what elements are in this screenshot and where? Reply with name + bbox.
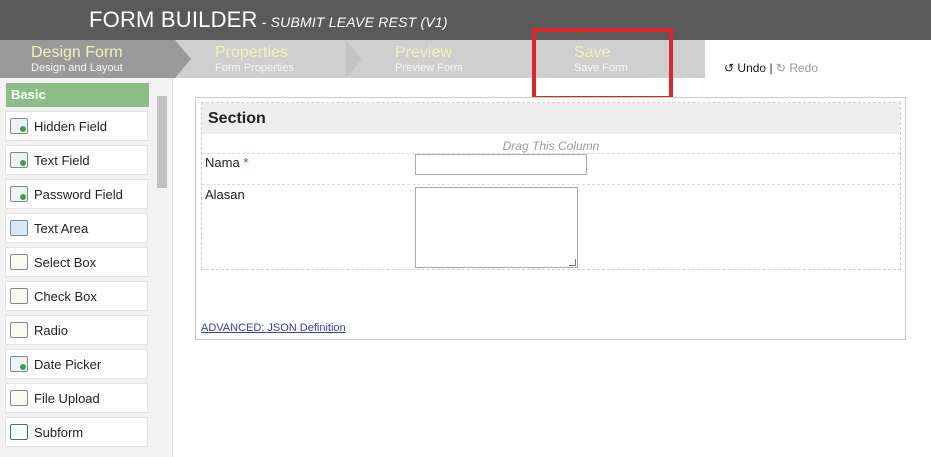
- palette-item-label: Radio: [34, 323, 68, 338]
- step-separator: [346, 40, 362, 78]
- title-bar: FORM BUILDER - SUBMIT LEAVE REST (V1): [0, 0, 931, 40]
- sidebar-scrollbar-thumb[interactable]: [157, 96, 167, 188]
- resize-handle-icon[interactable]: [569, 259, 576, 266]
- palette-item-text-field[interactable]: Text Field: [5, 145, 148, 175]
- step-separator: [175, 40, 191, 78]
- palette-category-basic[interactable]: Basic: [6, 83, 149, 107]
- palette-item-label: Text Field: [34, 153, 90, 168]
- undo-label: Undo: [737, 61, 767, 75]
- radio-icon: [10, 322, 28, 338]
- drag-column-hint[interactable]: Drag This Column: [202, 139, 900, 153]
- palette-item-label: Check Box: [34, 289, 97, 304]
- date-picker-icon: [10, 356, 28, 372]
- password-field-icon: [10, 186, 28, 202]
- file-upload-icon: [10, 390, 28, 406]
- redo-button[interactable]: ↻ Redo: [776, 61, 818, 75]
- undo-button[interactable]: ↺ Undo: [724, 61, 766, 75]
- subform-icon: [10, 424, 28, 440]
- redo-label: Redo: [789, 61, 818, 75]
- palette-item-text-area[interactable]: Text Area: [5, 213, 148, 243]
- step-preview-sub: Preview Form: [395, 62, 463, 74]
- palette-item-file-upload[interactable]: File Upload: [5, 383, 148, 413]
- section-title: Section: [208, 110, 266, 127]
- palette-item-select-box[interactable]: Select Box: [5, 247, 148, 277]
- redo-icon: ↻: [775, 61, 786, 75]
- palette-item-label: Date Picker: [34, 357, 102, 372]
- app-title: FORM BUILDER: [89, 7, 258, 32]
- palette-item-check-box[interactable]: Check Box: [5, 281, 148, 311]
- select-box-icon: [10, 254, 28, 270]
- step-design-form-name: Design Form: [31, 44, 123, 61]
- palette-item-label: Select Box: [34, 255, 97, 270]
- form-section[interactable]: Section Drag This Column Nama * Alasan: [201, 102, 901, 270]
- palette-item-hidden-field[interactable]: Hidden Field: [5, 111, 148, 141]
- palette-item-password-field[interactable]: Password Field: [5, 179, 148, 209]
- nama-text-input[interactable]: [415, 154, 587, 175]
- step-properties-name: Properties: [215, 44, 288, 61]
- history-separator: |: [769, 61, 773, 75]
- palette-item-radio[interactable]: Radio: [5, 315, 148, 345]
- palette-item-label: File Upload: [34, 391, 100, 406]
- text-area-icon: [10, 220, 28, 236]
- form-subtitle: - SUBMIT LEAVE REST (V1): [261, 14, 448, 30]
- hidden-field-icon: [10, 118, 28, 134]
- field-label-alasan: Alasan: [205, 187, 245, 202]
- advanced-json-link[interactable]: ADVANCED: JSON Definition: [201, 322, 346, 334]
- palette-item-date-picker[interactable]: Date Picker: [5, 349, 148, 379]
- palette-sidebar: Basic Hidden Field Text Field Password F…: [0, 78, 173, 457]
- palette-item-label: Subform: [34, 425, 84, 440]
- section-header[interactable]: Section: [202, 103, 900, 134]
- alasan-textarea[interactable]: [415, 187, 578, 268]
- field-label-nama: Nama *: [205, 155, 248, 170]
- step-preview-name: Preview: [395, 44, 452, 61]
- step-design-form-sub: Design and Layout: [31, 62, 123, 74]
- required-marker: *: [243, 155, 249, 170]
- page-title: FORM BUILDER - SUBMIT LEAVE REST (V1): [89, 7, 448, 33]
- palette-item-label: Hidden Field: [34, 119, 107, 134]
- history-controls: ↺ Undo | ↻ Redo: [724, 61, 818, 75]
- text-field-icon: [10, 152, 28, 168]
- palette-item-label: Text Area: [34, 221, 89, 236]
- undo-icon: ↺: [724, 61, 735, 75]
- save-highlight-box: [532, 28, 673, 100]
- palette-item-label: Password Field: [34, 187, 123, 202]
- check-box-icon: [10, 288, 28, 304]
- step-properties-sub: Form Properties: [215, 62, 294, 74]
- palette-item-subform[interactable]: Subform: [5, 417, 148, 447]
- nama-label-text: Nama: [205, 155, 240, 170]
- step-design-form[interactable]: Design Form Design and Layout: [0, 40, 175, 78]
